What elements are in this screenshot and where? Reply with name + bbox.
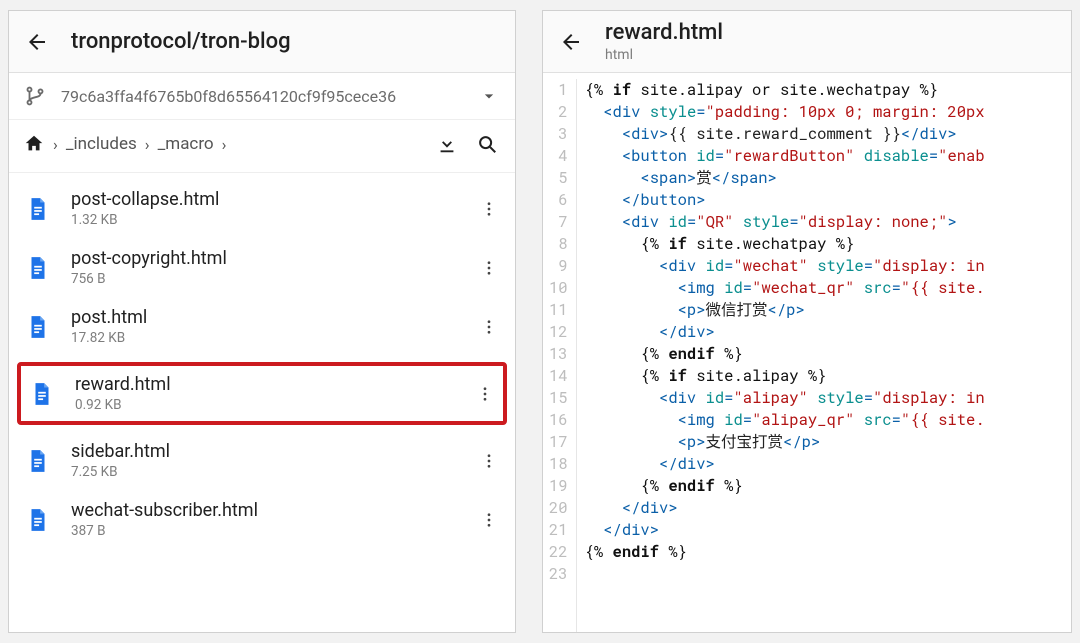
file-name: sidebar.html <box>71 441 477 462</box>
file-row[interactable]: post-copyright.html 756 B <box>9 238 515 297</box>
more-icon[interactable] <box>477 259 501 277</box>
appbar-title: reward.html <box>605 20 723 45</box>
appbar-subtitle: html <box>605 47 723 63</box>
breadcrumb-item[interactable]: _macro <box>158 134 214 154</box>
more-icon[interactable] <box>477 200 501 218</box>
appbar-left: tronprotocol/tron-blog <box>9 11 515 73</box>
code-viewer[interactable]: 1234567891011121314151617181920212223 {%… <box>543 73 1071 632</box>
file-browser-pane: tronprotocol/tron-blog 79c6a3ffa4f6765b0… <box>8 10 516 633</box>
more-icon[interactable] <box>477 511 501 529</box>
file-icon <box>23 312 53 342</box>
appbar-title: tronprotocol/tron-blog <box>71 29 291 54</box>
breadcrumb-item[interactable]: _includes <box>66 134 137 154</box>
search-icon[interactable] <box>473 130 501 158</box>
more-icon[interactable] <box>477 452 501 470</box>
file-size: 17.82 KB <box>71 330 477 346</box>
file-size: 1.32 KB <box>71 212 477 228</box>
git-branch-icon <box>23 85 47 107</box>
commit-row[interactable]: 79c6a3ffa4f6765b0f8d65564120cf9f95cece36 <box>9 73 515 120</box>
commit-sha: 79c6a3ffa4f6765b0f8d65564120cf9f95cece36 <box>61 87 477 106</box>
file-size: 7.25 KB <box>71 464 477 480</box>
file-icon <box>27 379 57 409</box>
file-list: post-collapse.html 1.32 KB post-copyright.… <box>9 173 515 632</box>
file-size: 0.92 KB <box>75 397 473 413</box>
file-icon <box>23 194 53 224</box>
file-name: post-collapse.html <box>71 189 477 210</box>
file-row[interactable]: sidebar.html 7.25 KB <box>9 431 515 490</box>
file-name: post.html <box>71 307 477 328</box>
chevron-right-icon: › <box>222 135 227 154</box>
file-name: wechat-subscriber.html <box>71 500 477 521</box>
download-icon[interactable] <box>433 130 461 158</box>
chevron-right-icon: › <box>145 135 150 154</box>
more-icon[interactable] <box>477 318 501 336</box>
back-arrow-icon[interactable] <box>557 28 585 56</box>
chevron-right-icon: › <box>53 135 58 154</box>
file-icon <box>23 253 53 283</box>
back-arrow-icon[interactable] <box>23 28 51 56</box>
home-icon[interactable] <box>23 133 45 155</box>
line-gutter: 1234567891011121314151617181920212223 <box>543 79 577 632</box>
file-size: 387 B <box>71 523 477 539</box>
code-content: {% if site.alipay or site.wechatpay %} <… <box>577 79 1071 632</box>
file-row[interactable]: post-collapse.html 1.32 KB <box>9 179 515 238</box>
file-row[interactable]: wechat-subscriber.html 387 B <box>9 490 515 549</box>
file-icon <box>23 505 53 535</box>
file-row[interactable]: reward.html 0.92 KB <box>17 362 507 425</box>
file-name: reward.html <box>75 374 473 395</box>
file-viewer-pane: reward.html html 12345678910111213141516… <box>542 10 1072 633</box>
file-name: post-copyright.html <box>71 248 477 269</box>
dropdown-icon[interactable] <box>477 86 501 106</box>
file-row[interactable]: post.html 17.82 KB <box>9 297 515 356</box>
path-row: › _includes › _macro › <box>9 120 515 173</box>
file-size: 756 B <box>71 271 477 287</box>
file-icon <box>23 446 53 476</box>
appbar-right: reward.html html <box>543 11 1071 73</box>
more-icon[interactable] <box>473 385 497 403</box>
